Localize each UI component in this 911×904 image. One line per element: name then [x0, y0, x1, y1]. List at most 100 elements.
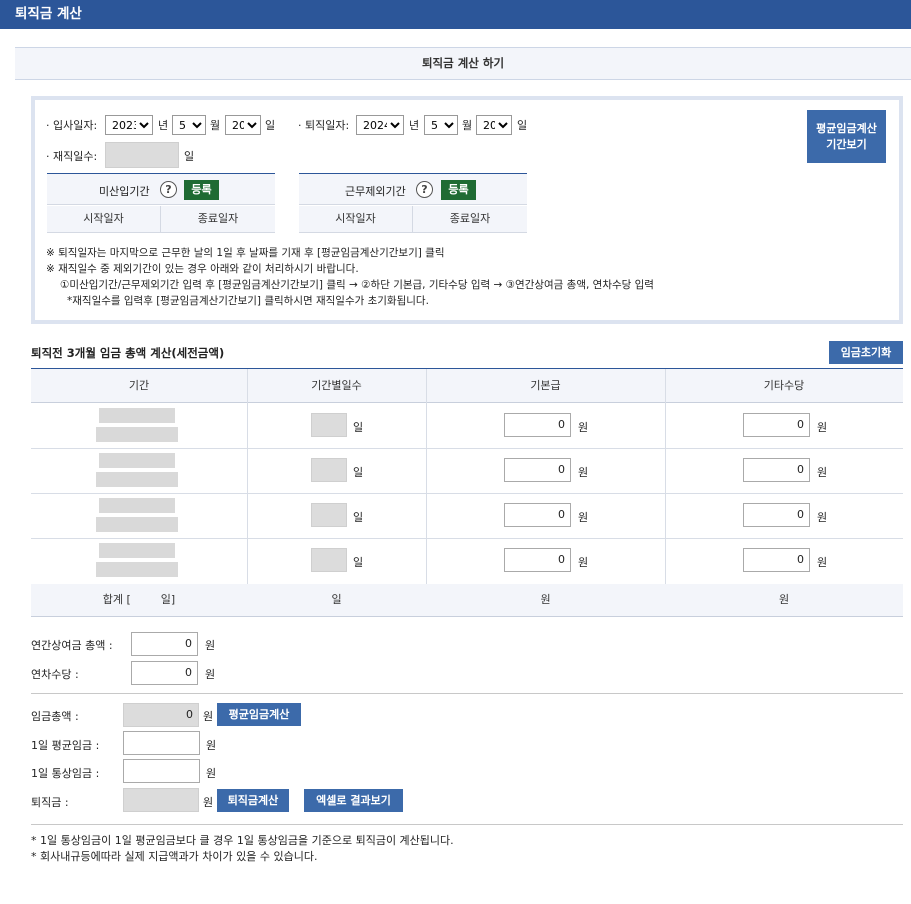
col-header-days: 기간별일수 [247, 369, 426, 403]
total-other-cell: 원 [665, 584, 903, 617]
total-days-cell: 일 [247, 584, 426, 617]
col-header-other: 기타수당 [665, 369, 903, 403]
help-icon[interactable]: ? [416, 181, 433, 198]
period-end-field[interactable] [96, 427, 178, 442]
service-days-input[interactable] [105, 142, 179, 168]
other-pay-input[interactable]: 0 [743, 458, 810, 482]
won-unit: 원 [817, 421, 828, 434]
daily-average-wage-label: 1일 평균임금 : [31, 739, 100, 752]
unincluded-period-title: 미산입기간 [99, 185, 150, 198]
service-days-unit: 일 [184, 150, 195, 163]
other-pay-input[interactable]: 0 [743, 503, 810, 527]
unincluded-register-button[interactable]: 등록 [184, 180, 219, 200]
view-period-button[interactable]: 평균임금계산 기간보기 [807, 110, 886, 163]
month-unit: 월 [462, 119, 473, 132]
day-unit: 일 [265, 119, 276, 132]
retire-month-select[interactable]: 5 [424, 115, 458, 135]
start-date-header: 시작일자 [299, 206, 413, 233]
total-wage-output: 0 [123, 703, 199, 727]
section-title: 퇴직금 계산 하기 [15, 47, 911, 80]
help-icon[interactable]: ? [160, 181, 177, 198]
period-days-input[interactable] [311, 413, 347, 437]
note-2: ※ 재직일수 중 제외기간이 있는 경우 아래와 같이 처리하시기 바랍니다. [46, 263, 359, 275]
annual-leave-pay-input[interactable]: 0 [131, 661, 198, 685]
note-4: *재직일수를 입력후 [평균임금계산기간보기] 클릭하시면 재직일수가 초기화됩… [67, 295, 429, 307]
won-unit: 원 [578, 556, 589, 569]
hire-year-select[interactable]: 2023 [105, 115, 153, 135]
won-unit: 원 [817, 556, 828, 569]
won-unit: 원 [203, 796, 214, 809]
days-unit: 일 [353, 466, 364, 479]
won-unit: 원 [206, 767, 217, 780]
retire-year-select[interactable]: 2024 [356, 115, 404, 135]
date-panel: · 입사일자: 2023 년 5 월 20 일 · 퇴직일자: 2024 년 5… [31, 96, 903, 324]
period-end-field[interactable] [96, 472, 178, 487]
end-date-header: 종료일자 [161, 206, 275, 233]
period-start-field[interactable] [99, 408, 175, 423]
service-days-label: · 재직일수: [46, 150, 98, 163]
excel-result-button[interactable]: 엑셀로 결과보기 [304, 789, 403, 812]
hire-date-label: · 입사일자: [46, 119, 98, 132]
won-unit: 원 [578, 466, 589, 479]
calc-average-wage-button[interactable]: 평균임금계산 [217, 703, 301, 726]
total-period-cell: 합계 [ 일] [31, 584, 247, 617]
won-unit: 원 [578, 511, 589, 524]
period-days-input[interactable] [311, 458, 347, 482]
period-days-input[interactable] [311, 548, 347, 572]
page-title: 퇴직금 계산 [0, 0, 911, 29]
note-3: ①미산입기간/근무제외기간 입력 후 [평균임금계산기간보기] 클릭 → ②하단… [60, 279, 654, 291]
days-unit: 일 [353, 556, 364, 569]
total-wage-label: 임금총액 : [31, 710, 79, 723]
excluded-work-period-table: 근무제외기간 ? 등록 시작일자 종료일자 [299, 173, 527, 233]
period-end-field[interactable] [96, 517, 178, 532]
basic-pay-input[interactable]: 0 [504, 548, 571, 572]
won-unit: 원 [578, 421, 589, 434]
daily-ordinary-wage-label: 1일 통상임금 : [31, 767, 100, 780]
year-unit: 년 [158, 119, 169, 132]
total-basic-cell: 원 [426, 584, 665, 617]
hire-day-select[interactable]: 20 [225, 115, 261, 135]
basic-pay-input[interactable]: 0 [504, 458, 571, 482]
other-pay-input[interactable]: 0 [743, 413, 810, 437]
calc-severance-button[interactable]: 퇴직금계산 [217, 789, 289, 812]
won-unit: 원 [203, 710, 214, 723]
year-unit: 년 [409, 119, 420, 132]
period-start-field[interactable] [99, 543, 175, 558]
col-header-period: 기간 [31, 369, 247, 403]
reset-wage-button[interactable]: 임금초기화 [829, 341, 903, 364]
annual-bonus-label: 연간상여금 총액 : [31, 639, 113, 652]
severance-output [123, 788, 199, 812]
won-unit: 원 [206, 739, 217, 752]
daily-ordinary-wage-input[interactable] [123, 759, 200, 783]
day-unit: 일 [517, 119, 528, 132]
month-unit: 월 [210, 119, 221, 132]
won-unit: 원 [205, 639, 216, 652]
period-end-field[interactable] [96, 562, 178, 577]
wage-table: 기간 기간별일수 기본급 기타수당 일 0 원 0 원 일 0 원 0 원 일 … [31, 368, 903, 617]
col-header-basic: 기본급 [426, 369, 665, 403]
days-unit: 일 [353, 421, 364, 434]
basic-pay-input[interactable]: 0 [504, 413, 571, 437]
severance-label: 퇴직금 : [31, 796, 69, 809]
total-label-end: 일] [160, 593, 176, 606]
hire-month-select[interactable]: 5 [172, 115, 206, 135]
end-date-header: 종료일자 [413, 206, 527, 233]
period-days-input[interactable] [311, 503, 347, 527]
daily-average-wage-input[interactable] [123, 731, 200, 755]
other-pay-input[interactable]: 0 [743, 548, 810, 572]
excluded-work-period-title: 근무제외기간 [345, 185, 406, 198]
period-start-field[interactable] [99, 453, 175, 468]
basic-pay-input[interactable]: 0 [504, 503, 571, 527]
won-unit: 원 [817, 466, 828, 479]
total-label: 합계 [ [102, 593, 131, 606]
period-start-field[interactable] [99, 498, 175, 513]
retire-day-select[interactable]: 20 [476, 115, 512, 135]
start-date-header: 시작일자 [47, 206, 161, 233]
wage-section-title: 퇴직전 3개월 임금 총액 계산(세전금액) [31, 346, 225, 360]
unincluded-period-table: 미산입기간 ? 등록 시작일자 종료일자 [47, 173, 275, 233]
excluded-register-button[interactable]: 등록 [441, 180, 476, 200]
retire-date-label: · 퇴직일자: [298, 119, 350, 132]
won-unit: 원 [817, 511, 828, 524]
days-unit: 일 [353, 511, 364, 524]
annual-bonus-input[interactable]: 0 [131, 632, 198, 656]
